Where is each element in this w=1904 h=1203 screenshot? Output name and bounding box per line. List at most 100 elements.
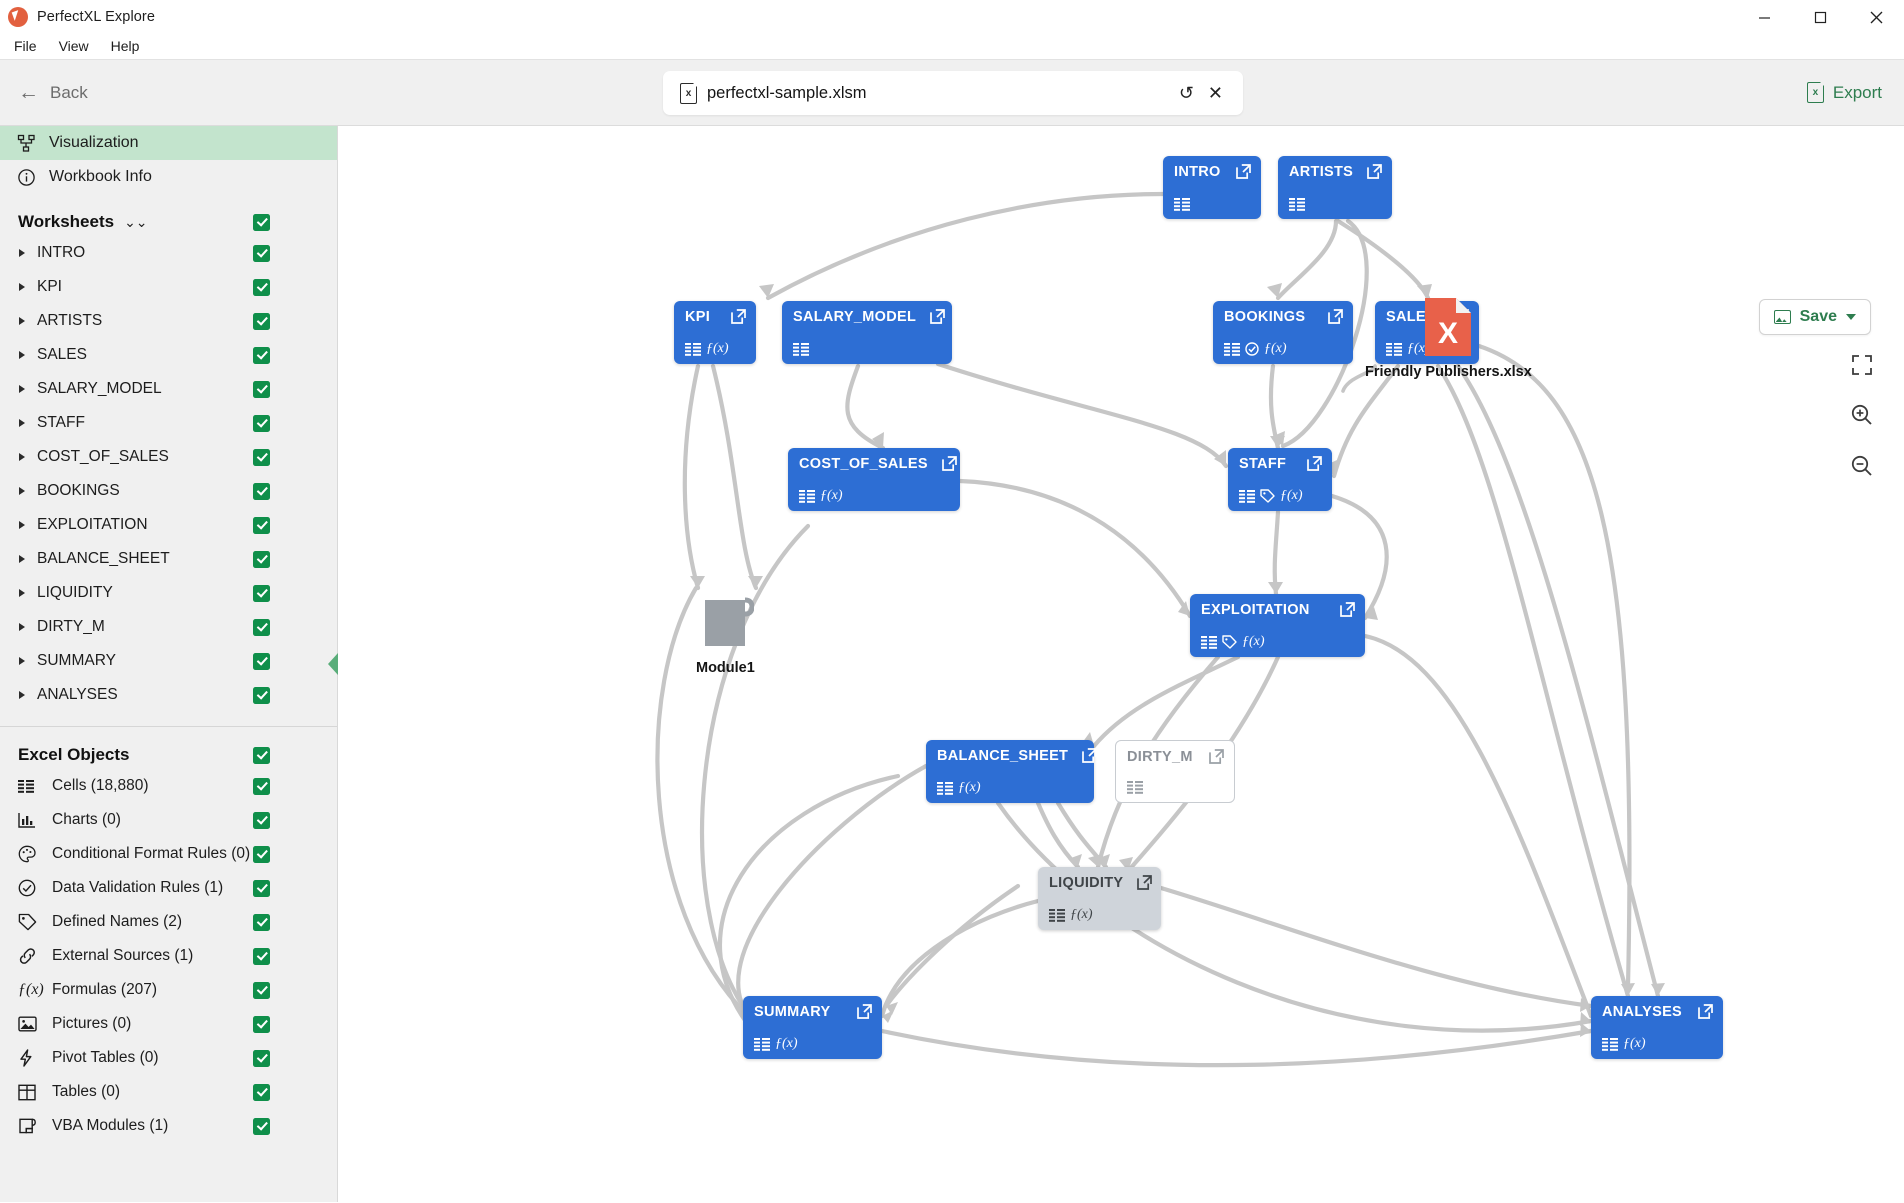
expand-triangle-icon[interactable] [19,419,25,427]
sidebar-item-workbook-info[interactable]: Workbook Info [0,160,337,194]
worksheet-row-artists[interactable]: ARTISTS [0,304,337,338]
worksheet-row-staff[interactable]: STAFF [0,406,337,440]
expand-triangle-icon[interactable] [19,351,25,359]
worksheet-row-liquidity[interactable]: LIQUIDITY [0,576,337,610]
node-liquidity[interactable]: LIQUIDITY ƒ(x) [1038,867,1161,930]
object-checkbox[interactable] [253,981,270,999]
node-salary_model[interactable]: SALARY_MODEL [782,301,952,364]
close-icon[interactable] [1848,0,1904,34]
worksheet-checkbox[interactable] [253,686,270,704]
object-checkbox[interactable] [253,913,270,931]
object-checkbox[interactable] [253,1117,270,1135]
object-row-tag[interactable]: Defined Names (2) [0,905,337,939]
worksheet-checkbox[interactable] [253,584,270,602]
expand-triangle-icon[interactable] [19,249,25,257]
object-checkbox[interactable] [253,845,270,863]
open-external-icon[interactable] [1698,1004,1713,1019]
expand-triangle-icon[interactable] [19,691,25,699]
worksheet-row-cost_of_sales[interactable]: COST_OF_SALES [0,440,337,474]
open-external-icon[interactable] [1082,748,1098,763]
worksheets-checkbox[interactable] [253,213,270,231]
worksheet-row-dirty_m[interactable]: DIRTY_M [0,610,337,644]
node-analyses[interactable]: ANALYSES ƒ(x) [1591,996,1723,1059]
object-row-table[interactable]: Tables (0) [0,1075,337,1109]
object-checkbox[interactable] [253,1015,270,1033]
save-button[interactable]: Save [1758,299,1871,335]
expand-triangle-icon[interactable] [19,521,25,529]
object-checkbox[interactable] [253,879,270,897]
close-file-icon[interactable]: ✕ [1208,84,1223,102]
reload-icon[interactable]: ↺ [1179,84,1194,102]
worksheet-checkbox[interactable] [253,652,270,670]
menu-file[interactable]: File [11,36,47,57]
maximize-icon[interactable] [1792,0,1848,34]
object-row-chart[interactable]: Charts (0) [0,803,337,837]
expand-triangle-icon[interactable] [19,555,25,563]
object-row-palette[interactable]: Conditional Format Rules (0) [0,837,337,871]
node-bookings[interactable]: BOOKINGS ƒ(x) [1213,301,1353,364]
object-checkbox[interactable] [253,777,270,795]
open-external-icon[interactable] [941,456,957,471]
object-row-bolt[interactable]: Pivot Tables (0) [0,1041,337,1075]
excel-objects-checkbox[interactable] [253,746,270,764]
worksheet-checkbox[interactable] [253,482,270,500]
open-external-icon[interactable] [1137,875,1153,890]
expand-triangle-icon[interactable] [19,385,25,393]
node-artists[interactable]: ARTISTS [1278,156,1392,219]
node-dirty_m[interactable]: DIRTY_M [1115,740,1235,803]
worksheet-checkbox[interactable] [253,550,270,568]
worksheet-row-exploitation[interactable]: EXPLOITATION [0,508,337,542]
worksheet-row-sales[interactable]: SALES [0,338,337,372]
object-row-formula[interactable]: ƒ(x) Formulas (207) [0,973,337,1007]
open-external-icon[interactable] [1209,749,1224,764]
open-external-icon[interactable] [1340,602,1355,617]
node-kpi[interactable]: KPI ƒ(x) [674,301,756,364]
worksheet-row-salary_model[interactable]: SALARY_MODEL [0,372,337,406]
open-external-icon[interactable] [1328,309,1343,324]
expand-triangle-icon[interactable] [19,283,25,291]
expand-triangle-icon[interactable] [19,453,25,461]
open-external-icon[interactable] [857,1004,872,1019]
object-checkbox[interactable] [253,1083,270,1101]
object-row-check-circle[interactable]: Data Validation Rules (1) [0,871,337,905]
external-source-node[interactable]: X Friendly Publishers.xlsx [1365,298,1532,380]
object-row-cells[interactable]: Cells (18,880) [0,769,337,803]
worksheet-row-intro[interactable]: INTRO [0,236,337,270]
node-cost_of_sales[interactable]: COST_OF_SALES ƒ(x) [788,448,960,511]
expand-triangle-icon[interactable] [19,317,25,325]
worksheet-row-balance_sheet[interactable]: BALANCE_SHEET [0,542,337,576]
worksheet-checkbox[interactable] [253,414,270,432]
worksheet-row-bookings[interactable]: BOOKINGS [0,474,337,508]
object-checkbox[interactable] [253,947,270,965]
node-staff[interactable]: STAFF ƒ(x) [1228,448,1332,511]
object-row-link[interactable]: External Sources (1) [0,939,337,973]
fullscreen-icon[interactable] [1851,354,1873,381]
worksheet-row-kpi[interactable]: KPI [0,270,337,304]
worksheet-row-analyses[interactable]: ANALYSES [0,678,337,712]
expand-triangle-icon[interactable] [19,487,25,495]
worksheet-checkbox[interactable] [253,380,270,398]
worksheet-checkbox[interactable] [253,278,270,296]
object-checkbox[interactable] [253,811,270,829]
export-button[interactable]: x Export [1806,81,1882,103]
visualization-canvas[interactable]: Save INTRO ARTISTS KPI ƒ(x) SALARY_MODEL… [338,126,1904,1202]
minimize-icon[interactable] [1736,0,1792,34]
chevron-double-down-icon[interactable]: ⌄⌄ [124,215,147,229]
menu-help[interactable]: Help [108,36,150,57]
object-row-module[interactable]: VBA Modules (1) [0,1109,337,1143]
worksheet-checkbox[interactable] [253,448,270,466]
node-intro[interactable]: INTRO [1163,156,1261,219]
sidebar-collapse-handle[interactable] [328,653,338,675]
worksheet-checkbox[interactable] [253,346,270,364]
worksheet-checkbox[interactable] [253,244,270,262]
open-external-icon[interactable] [930,309,945,324]
open-external-icon[interactable] [1236,164,1251,179]
vba-module-node[interactable]: Module1 [696,594,755,676]
node-exploitation[interactable]: EXPLOITATION ƒ(x) [1190,594,1365,657]
object-checkbox[interactable] [253,1049,270,1067]
back-button[interactable]: ← Back [18,82,88,103]
zoom-in-icon[interactable] [1850,403,1874,432]
expand-triangle-icon[interactable] [19,657,25,665]
open-external-icon[interactable] [1307,456,1322,471]
expand-triangle-icon[interactable] [19,623,25,631]
